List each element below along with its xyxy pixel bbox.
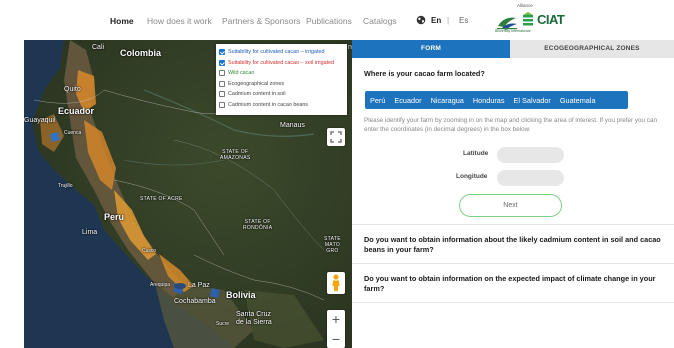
country-peru-button[interactable]: Perú [370, 96, 385, 105]
layer-ecogeographical-checkbox[interactable] [219, 80, 225, 87]
alliance-text: Alliance [517, 3, 533, 8]
nav-catalogs[interactable]: Catalogs [363, 16, 397, 26]
latitude-input[interactable] [497, 147, 564, 163]
country-nicaragua-button[interactable]: Nicaragua [431, 96, 464, 105]
nav-home[interactable]: Home [110, 16, 134, 26]
map-label-lima: Lima [82, 229, 98, 236]
bioversity-text: Bioversity International [495, 29, 531, 33]
map-label-quito: Quito [64, 86, 81, 93]
zoom-out-button[interactable]: − [327, 332, 345, 346]
tab-form[interactable]: FORM [352, 40, 510, 58]
pegman-icon [332, 274, 340, 291]
layer-cadmium-beans[interactable]: Cadmium content in cacao beans [219, 100, 344, 111]
map-label-santa-cruz: Santa Cruz de la Sierra [236, 311, 272, 326]
map-label-cali: Cali [92, 44, 105, 51]
map-label-cusco: Cusco [142, 248, 157, 254]
divider [352, 302, 674, 303]
lang-es[interactable]: Es [459, 16, 468, 25]
map-label-bolivia: Bolivia [226, 290, 256, 300]
divider [352, 224, 674, 225]
layer-cadmium-soil-label: Cadmium content in soil [228, 91, 286, 98]
nav-publications[interactable]: Publications [306, 16, 352, 26]
top-nav: Home How does it work Partners & Sponsor… [0, 0, 674, 40]
layer-ecogeographical[interactable]: Ecogeographical zones [219, 79, 344, 90]
form-panel: FORM ECOGEOGRAPHICAL ZONES Where is your… [352, 40, 674, 348]
layer-irrigated[interactable]: Suitability for cultivated cacao – irrig… [219, 47, 344, 58]
question-cadmium[interactable]: Do you want to obtain information about … [364, 235, 664, 254]
question-location: Where is your cacao farm located? [364, 69, 485, 78]
street-view-button[interactable] [327, 272, 345, 294]
lang-en[interactable]: En [431, 16, 441, 25]
layer-wild-cacao-checkbox[interactable] [219, 70, 225, 77]
map-label-arequipa: Arequipa [150, 282, 171, 288]
map-label-cochabamba: Cochabamba [174, 298, 216, 305]
country-selector: Perú Ecuador Nicaragua Honduras El Salva… [365, 91, 628, 109]
map-label-sucre: Sucre [216, 321, 230, 327]
map-label-guayaquil: Guayaquil [24, 117, 56, 124]
map-label-rondonia: STATE OF RONDÔNIA [243, 219, 273, 231]
instructions-text: Please identify your farm by zooming in … [364, 117, 657, 133]
longitude-input[interactable] [497, 170, 564, 186]
fullscreen-button[interactable] [327, 128, 345, 146]
zoom-control: + − [327, 310, 345, 348]
ciat-logo-text: CIAT [537, 12, 565, 27]
fullscreen-icon [330, 131, 342, 143]
map-label-la-paz: La Paz [188, 282, 210, 289]
zoom-in-button[interactable]: + [327, 312, 345, 326]
country-guatemala-button[interactable]: Guatemala [560, 96, 596, 105]
country-honduras-button[interactable]: Honduras [473, 96, 505, 105]
map-label-trujillo: Trujillo [58, 183, 73, 189]
map-label-colombia: Colombia [120, 48, 162, 58]
nav-how-it-works[interactable]: How does it work [147, 16, 212, 26]
tab-ecogeographical-zones[interactable]: ECOGEOGRAPHICAL ZONES [510, 40, 674, 58]
map-label-amazonas: STATE OF AMAZONAS [220, 149, 251, 161]
globe-icon [416, 15, 426, 25]
lang-separator: | [447, 15, 450, 25]
layer-wild-cacao-label: Wild cacao [228, 70, 255, 77]
nav-partners[interactable]: Partners & Sponsors [222, 16, 300, 26]
map-view[interactable]: Cali Colombia Quito Ecuador Guayaquil Cu… [24, 40, 352, 348]
layer-wild-cacao[interactable]: Wild cacao [219, 68, 344, 79]
layer-panel: Suitability for cultivated cacao – irrig… [216, 44, 347, 115]
layer-irrigated-label: Suitability for cultivated cacao – irrig… [228, 49, 325, 56]
layer-soil-irrigated[interactable]: Suitability for cultivated cacao – soil … [219, 58, 344, 69]
longitude-label: Longitude [456, 173, 488, 180]
layer-soil-irrigated-checkbox[interactable] [219, 59, 225, 66]
latitude-label: Latitude [463, 150, 489, 157]
map-label-cuenca: Cuenca [64, 130, 82, 136]
country-el-salvador-button[interactable]: El Salvador [514, 96, 551, 105]
divider [352, 263, 674, 264]
map-label-peru: Peru [104, 212, 125, 222]
layer-cadmium-soil[interactable]: Cadmium content in soil [219, 89, 344, 100]
question-climate-change[interactable]: Do you want to obtain information on the… [364, 274, 664, 293]
layer-irrigated-checkbox[interactable] [219, 49, 225, 56]
map-label-ecuador: Ecuador [58, 106, 95, 116]
next-button[interactable]: Next [459, 194, 562, 217]
layer-soil-irrigated-label: Suitability for cultivated cacao – soil … [228, 59, 335, 66]
map-label-acre: STATE OF ACRE [140, 196, 183, 202]
page: Home How does it work Partners & Sponsor… [0, 0, 674, 348]
layer-ecogeographical-label: Ecogeographical zones [228, 80, 285, 87]
layer-cadmium-soil-checkbox[interactable] [219, 91, 225, 98]
layer-cadmium-beans-label: Cadmium content in cacao beans [228, 101, 309, 108]
country-ecuador-button[interactable]: Ecuador [394, 96, 421, 105]
map-label-mato-grosso: STATE MATO GRO [324, 236, 341, 254]
map-label-manaus: Manaus [280, 122, 305, 129]
layer-cadmium-beans-checkbox[interactable] [219, 101, 225, 108]
